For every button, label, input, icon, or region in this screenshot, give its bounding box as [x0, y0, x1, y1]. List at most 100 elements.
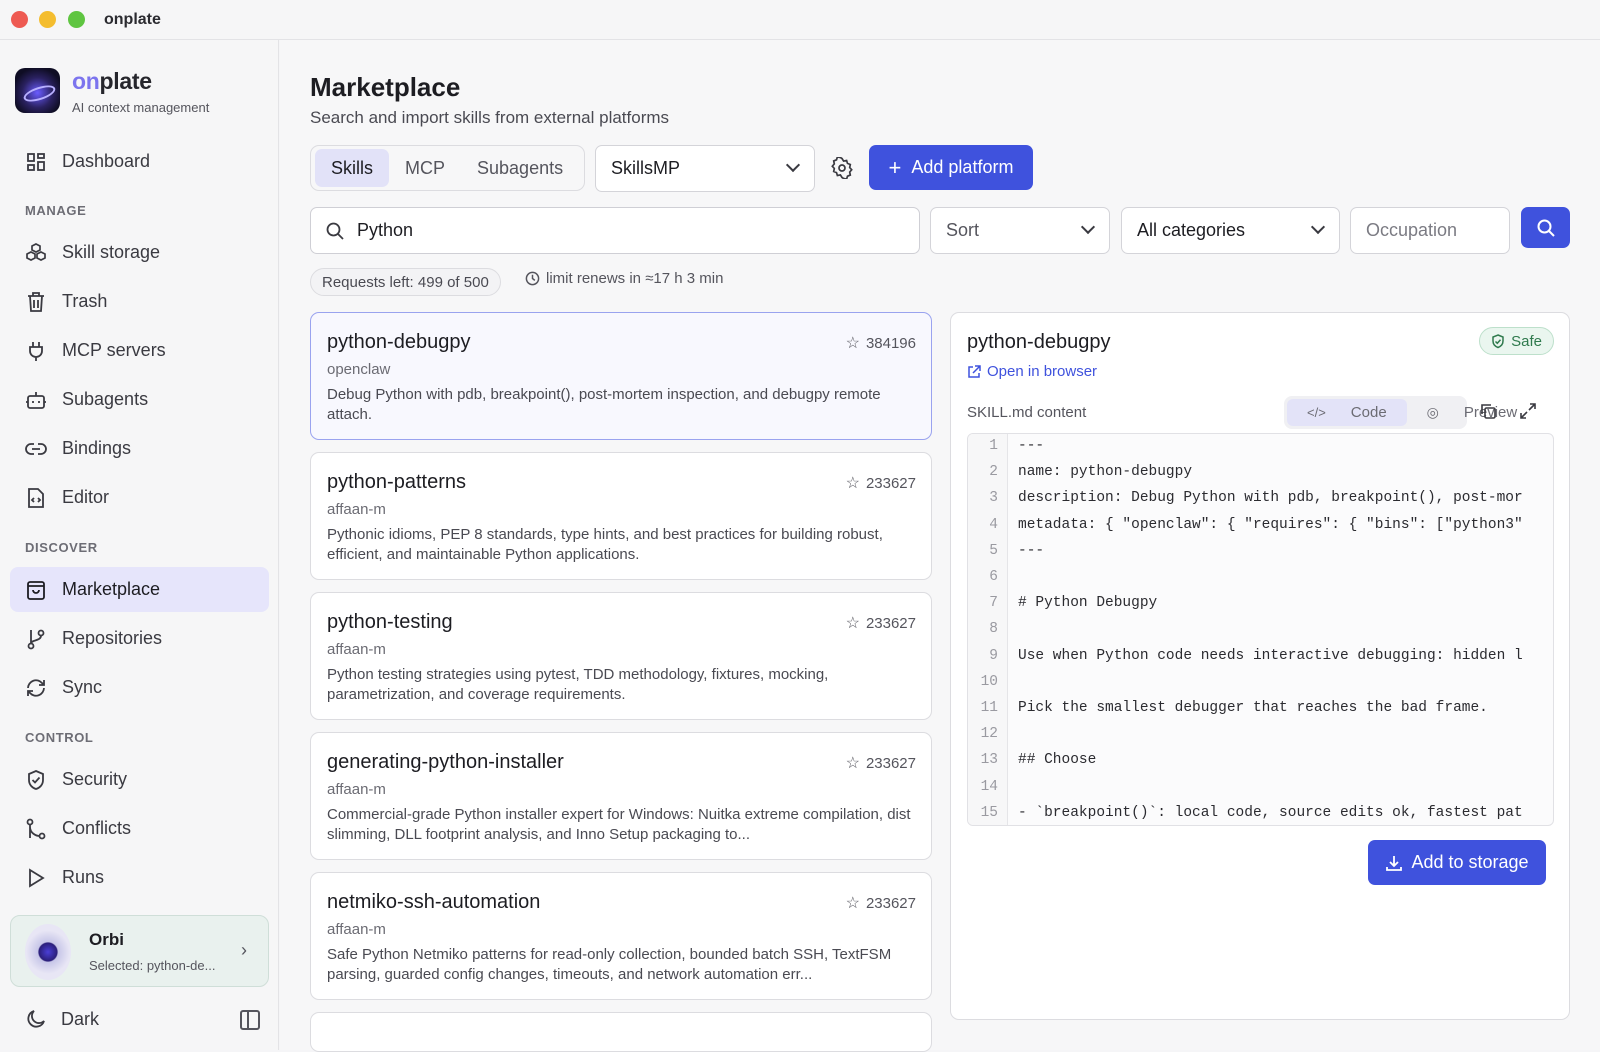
plus-icon: + [888, 154, 902, 180]
detail-title: python-debugpy [967, 331, 1111, 353]
search-icon [325, 221, 345, 241]
result-card[interactable]: netmiko-ssh-automation ☆ 233627 affaan-m … [310, 872, 932, 1000]
minimize-window-button[interactable] [39, 11, 56, 28]
brand-name: onplate [72, 68, 152, 95]
safe-label: Safe [1511, 332, 1542, 350]
moon-icon [25, 1008, 47, 1030]
sidebar: onplate AI context management Dashboard … [0, 40, 279, 1050]
star-icon: ☆ [845, 755, 860, 772]
sidebar-item-label: Trash [62, 291, 108, 311]
result-card[interactable]: python-debugpy ☆ 384196 openclaw Debug Py… [310, 312, 932, 440]
sidebar-item-label: Marketplace [62, 579, 161, 599]
sidebar-item-label: Runs [62, 867, 105, 887]
sidebar-item-security[interactable]: Security [10, 757, 269, 802]
result-author: affaan-m [327, 921, 386, 938]
zoom-window-button[interactable] [68, 11, 85, 28]
result-description: Commercial-grade Python installer expert… [327, 806, 911, 843]
line-number: 10 [980, 673, 998, 690]
result-title: generating-python-installer [327, 751, 564, 773]
star-icon: ☆ [845, 475, 860, 492]
add-platform-button[interactable]: + Add platform [869, 145, 1033, 190]
sidebar-item-label: Repositories [62, 628, 163, 648]
sidebar-item-marketplace[interactable]: Marketplace [10, 567, 269, 612]
search-field[interactable]: Python [310, 207, 920, 254]
sidebar-item-trash[interactable]: Trash [10, 279, 269, 324]
sidebar-item-sync[interactable]: Sync [10, 665, 269, 710]
chevron-down-icon [1310, 219, 1326, 235]
tab-mcp[interactable]: MCP [389, 149, 461, 187]
main-content: Marketplace Search and import skills fro… [280, 40, 1600, 1052]
gear-icon[interactable] [831, 155, 853, 181]
sort-select[interactable]: Sort [930, 207, 1110, 254]
add-to-storage-button[interactable]: Add to storage [1368, 840, 1546, 885]
download-icon [1385, 854, 1403, 872]
result-card[interactable]: generating-python-installer ☆ 233627 affa… [310, 732, 932, 860]
trash-icon [25, 291, 47, 313]
line-number: 14 [980, 778, 998, 795]
result-description: Debug Python with pdb, breakpoint(), pos… [327, 386, 881, 423]
code-line: --- [1018, 542, 1045, 559]
sidebar-item-conflicts[interactable]: Conflicts [10, 806, 269, 851]
shield-check-icon [25, 769, 47, 791]
sidebar-item-runs[interactable]: Runs [10, 855, 269, 900]
orbi-assistant-card[interactable]: Orbi Selected: python-de... › [10, 915, 269, 987]
tab-skills[interactable]: Skills [315, 149, 390, 187]
app-logo [15, 68, 60, 113]
result-card[interactable]: python-testing ☆ 233627 affaan-m Python t… [310, 592, 932, 720]
line-number: 8 [989, 621, 998, 638]
line-number: 7 [989, 595, 998, 612]
section-manage: MANAGE [25, 203, 87, 218]
tab-subagents[interactable]: Subagents [461, 149, 579, 187]
bot-icon [25, 389, 47, 411]
sidebar-item-dashboard[interactable]: Dashboard [10, 139, 269, 184]
sidebar-item-bindings[interactable]: Bindings [10, 426, 269, 471]
star-count: 233627 [865, 474, 916, 492]
platform-select[interactable]: SkillsMP [595, 145, 815, 192]
line-number: 12 [980, 726, 998, 743]
occupation-input[interactable]: Occupation [1350, 207, 1510, 254]
renewal-text: limit renews in ≈17 h 3 min [546, 270, 724, 287]
sidebar-item-subagents[interactable]: Subagents [10, 377, 269, 422]
line-number: 13 [980, 752, 998, 769]
copy-icon[interactable] [1479, 402, 1497, 420]
dashboard-icon [25, 151, 47, 173]
result-author: affaan-m [327, 641, 386, 658]
section-discover: DISCOVER [25, 540, 98, 555]
page-subtitle: Search and import skills from external p… [310, 108, 670, 127]
result-author: openclaw [327, 361, 391, 378]
result-stars: ☆ 233627 [846, 473, 916, 493]
add-platform-label: Add platform [911, 157, 1014, 177]
result-card[interactable] [310, 1012, 932, 1052]
line-number: 2 [989, 464, 998, 481]
sidebar-item-mcp-servers[interactable]: MCP servers [10, 328, 269, 373]
result-stars: ☆ 233627 [846, 893, 916, 913]
page-title: Marketplace [310, 72, 461, 102]
star-icon: ☆ [845, 895, 860, 912]
add-to-storage-label: Add to storage [1411, 852, 1529, 872]
window-title: onplate [104, 11, 161, 28]
theme-toggle[interactable]: Dark [25, 1008, 99, 1030]
code-line: metadata: { "openclaw": { "requires": { … [1018, 516, 1523, 533]
search-input[interactable]: Python [357, 220, 413, 241]
search-button[interactable] [1521, 207, 1570, 248]
collapse-sidebar-icon[interactable] [240, 1010, 260, 1030]
category-select[interactable]: All categories [1121, 207, 1340, 254]
expand-icon[interactable] [1519, 402, 1537, 420]
safe-badge: Safe [1479, 327, 1554, 355]
star-icon: ☆ [845, 335, 860, 352]
preview-view-button[interactable]: ◎ Preview [1407, 399, 1538, 426]
sidebar-item-skill-storage[interactable]: Skill storage [10, 230, 269, 275]
result-title: python-debugpy [327, 331, 471, 353]
sidebar-item-editor[interactable]: Editor [10, 475, 269, 520]
open-in-browser-link[interactable]: Open in browser [967, 363, 1097, 380]
skill-code-viewer[interactable]: 1 --- 2 name: python-debugpy 3 description: D… [967, 433, 1554, 826]
sort-value: Sort [946, 220, 980, 240]
line-number: 6 [989, 569, 998, 585]
view-toggle: </> Code ◎ Preview [1284, 396, 1517, 429]
result-stars: ☆ 233627 [846, 753, 916, 773]
sidebar-item-repositories[interactable]: Repositories [10, 616, 269, 661]
code-view-button[interactable]: </> Code [1287, 399, 1407, 426]
result-card[interactable]: python-patterns ☆ 233627 affaan-m Pythoni… [310, 452, 932, 580]
close-window-button[interactable] [11, 11, 28, 28]
limit-renewal: limit renews in ≈17 h 3 min [525, 270, 723, 287]
